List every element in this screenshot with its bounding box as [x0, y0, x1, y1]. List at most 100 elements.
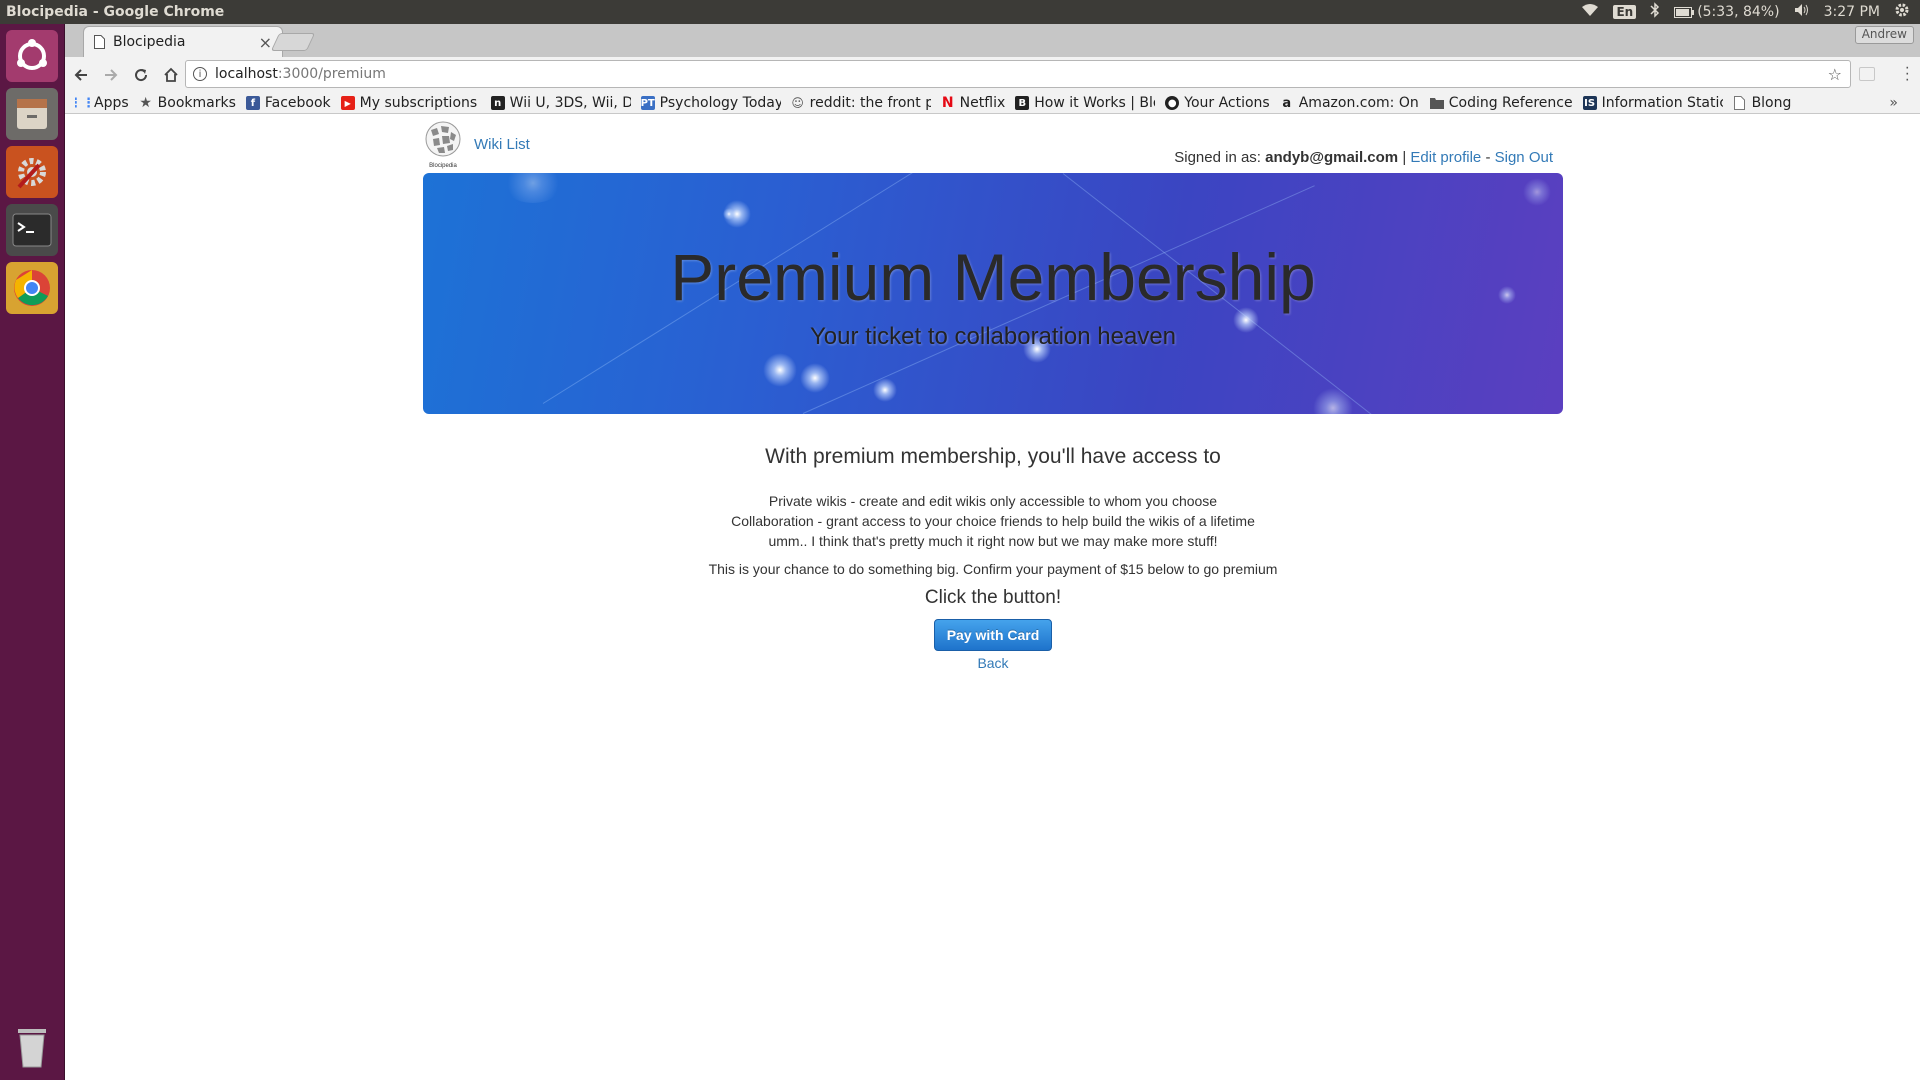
apps-grid-icon: ⋮⋮: [75, 95, 95, 111]
session-gear-icon[interactable]: [1894, 2, 1910, 22]
files-launcher[interactable]: [6, 88, 58, 140]
premium-content: With premium membership, you'll have acc…: [423, 445, 1563, 671]
pay-with-card-button[interactable]: Pay with Card: [934, 619, 1052, 651]
arrow-right-icon: [105, 69, 118, 81]
tab-strip: Blocipedia × Andrew: [65, 24, 1920, 57]
tab-close-icon[interactable]: ×: [259, 33, 272, 52]
wifi-icon[interactable]: [1581, 3, 1599, 21]
wiki-list-link[interactable]: Wiki List: [474, 136, 530, 153]
web-page: Blocipedia Wiki List Signed in as: andyb…: [65, 114, 1920, 1080]
bookmark-label: Coding Reference: [1448, 95, 1573, 111]
bookmark-star-icon[interactable]: ☆: [1828, 65, 1842, 84]
wikipedia-globe-logo-icon: [425, 121, 461, 157]
terminal-launcher[interactable]: [6, 204, 58, 256]
information-station-icon: IS: [1582, 96, 1597, 110]
volume-icon[interactable]: [1794, 3, 1810, 21]
chrome-menu-icon[interactable]: · · ·: [1905, 60, 1910, 88]
user-email: andyb@gmail.com: [1265, 149, 1399, 166]
bookmark-label: Wii U, 3DS, Wii, DS: [509, 95, 631, 111]
bloc-icon: B: [1015, 96, 1030, 110]
bookmark-label: Netflix: [959, 95, 1006, 111]
edit-profile-link[interactable]: Edit profile: [1410, 149, 1481, 166]
sparkle-light: [723, 208, 735, 220]
bookmark-item[interactable]: IS Information Static: [1582, 95, 1723, 111]
ubuntu-dash-button[interactable]: [6, 30, 58, 82]
bookmark-label: Bookmarks: [157, 95, 236, 111]
chrome-icon: [14, 270, 50, 306]
system-tray: En (5:33, 84%) 3:27 PM: [1581, 2, 1920, 22]
browser-window: Blocipedia × Andrew i localhost:3000/pre…: [65, 24, 1920, 114]
bookmark-item[interactable]: f Facebook: [245, 95, 331, 111]
list-item: umm.. I think that's pretty much it righ…: [768, 533, 1218, 549]
separator: -: [1485, 149, 1491, 166]
home-icon: [164, 67, 178, 82]
address-url: localhost:3000/premium: [215, 66, 386, 82]
bookmark-item[interactable]: ▶ My subscriptions -: [340, 95, 481, 111]
youtube-icon: ▶: [340, 96, 355, 110]
battery-indicator[interactable]: (5:33, 84%): [1674, 4, 1780, 20]
bookmark-item[interactable]: Blong: [1733, 95, 1792, 111]
tab-blocipedia[interactable]: Blocipedia ×: [83, 26, 283, 57]
bookmark-item[interactable]: ☺ reddit: the front p: [791, 95, 930, 111]
bookmark-label: Information Static: [1601, 95, 1723, 111]
reload-button[interactable]: [127, 61, 155, 89]
terminal-icon: [12, 213, 52, 247]
window-title: Blocipedia - Google Chrome: [6, 4, 225, 20]
forward-button[interactable]: [97, 61, 125, 89]
chrome-launcher[interactable]: [6, 262, 58, 314]
unity-launcher: [0, 24, 65, 1080]
settings-gear-wrench-icon: [17, 158, 46, 189]
sparkle-light: [873, 378, 897, 402]
site-navbar: Blocipedia Wiki List Signed in as: andyb…: [423, 114, 1563, 173]
trash-icon: [18, 1029, 46, 1068]
bookmark-label: My subscriptions -: [359, 95, 481, 111]
keyboard-layout-indicator[interactable]: En: [1613, 5, 1637, 19]
file-cabinet-icon: [17, 99, 47, 129]
reddit-icon: ☺: [791, 96, 804, 110]
bookmark-item[interactable]: Coding Reference: [1429, 95, 1573, 111]
page-icon: [94, 35, 105, 49]
bookmark-label: Facebook: [264, 95, 331, 111]
back-link[interactable]: Back: [423, 655, 1563, 671]
bookmark-item[interactable]: B How it Works | Blo: [1015, 95, 1155, 111]
home-button[interactable]: [157, 61, 185, 89]
sparkle-light: [763, 353, 797, 387]
sign-out-link[interactable]: Sign Out: [1495, 149, 1553, 166]
back-button[interactable]: [67, 61, 95, 89]
site-logo[interactable]: Blocipedia: [423, 120, 463, 169]
bookmark-label: Blong: [1751, 95, 1792, 111]
netflix-icon: N: [941, 95, 954, 111]
nintendo-life-icon: n: [490, 96, 505, 110]
profile-button[interactable]: Andrew: [1854, 26, 1914, 44]
folder-icon: [1429, 96, 1444, 110]
bookmark-item[interactable]: N Netflix: [941, 95, 1006, 111]
address-bar[interactable]: i localhost:3000/premium ☆: [185, 60, 1851, 88]
hero-subtitle: Your ticket to collaboration heaven: [809, 323, 1177, 350]
bookmark-item[interactable]: n Wii U, 3DS, Wii, DS: [490, 95, 631, 111]
new-tab-button[interactable]: [270, 33, 316, 51]
bookmark-item[interactable]: PT Psychology Today: [640, 95, 781, 111]
sparkle-light: [800, 363, 830, 393]
tab-title: Blocipedia: [113, 34, 186, 50]
site-info-icon[interactable]: i: [193, 67, 207, 81]
extension-icon[interactable]: [1859, 67, 1875, 81]
bookmark-item[interactable]: ★ Bookmarks: [139, 95, 236, 111]
star-icon: ★: [139, 95, 152, 111]
trash-launcher[interactable]: [6, 1020, 58, 1072]
psychology-today-icon: PT: [640, 96, 655, 110]
list-item: Private wikis - create and edit wikis on…: [768, 493, 1218, 509]
bookmarks-overflow-button[interactable]: »: [1889, 95, 1898, 111]
bluetooth-icon[interactable]: [1650, 2, 1660, 22]
battery-icon: [1674, 6, 1695, 18]
clock[interactable]: 3:27 PM: [1824, 4, 1880, 20]
separator: |: [1402, 149, 1407, 166]
amazon-icon: a: [1282, 95, 1292, 111]
bookmark-label: Psychology Today: [659, 95, 781, 111]
arrow-left-icon: [74, 69, 87, 81]
system-settings-launcher[interactable]: [6, 146, 58, 198]
reload-icon: [135, 69, 148, 82]
benefits-heading: With premium membership, you'll have acc…: [765, 445, 1221, 468]
bookmark-item[interactable]: a Amazon.com: Onli: [1280, 95, 1419, 111]
bookmark-item[interactable]: ● Your Actions: [1165, 95, 1270, 111]
bookmark-item[interactable]: ⋮⋮ Apps: [75, 95, 129, 111]
